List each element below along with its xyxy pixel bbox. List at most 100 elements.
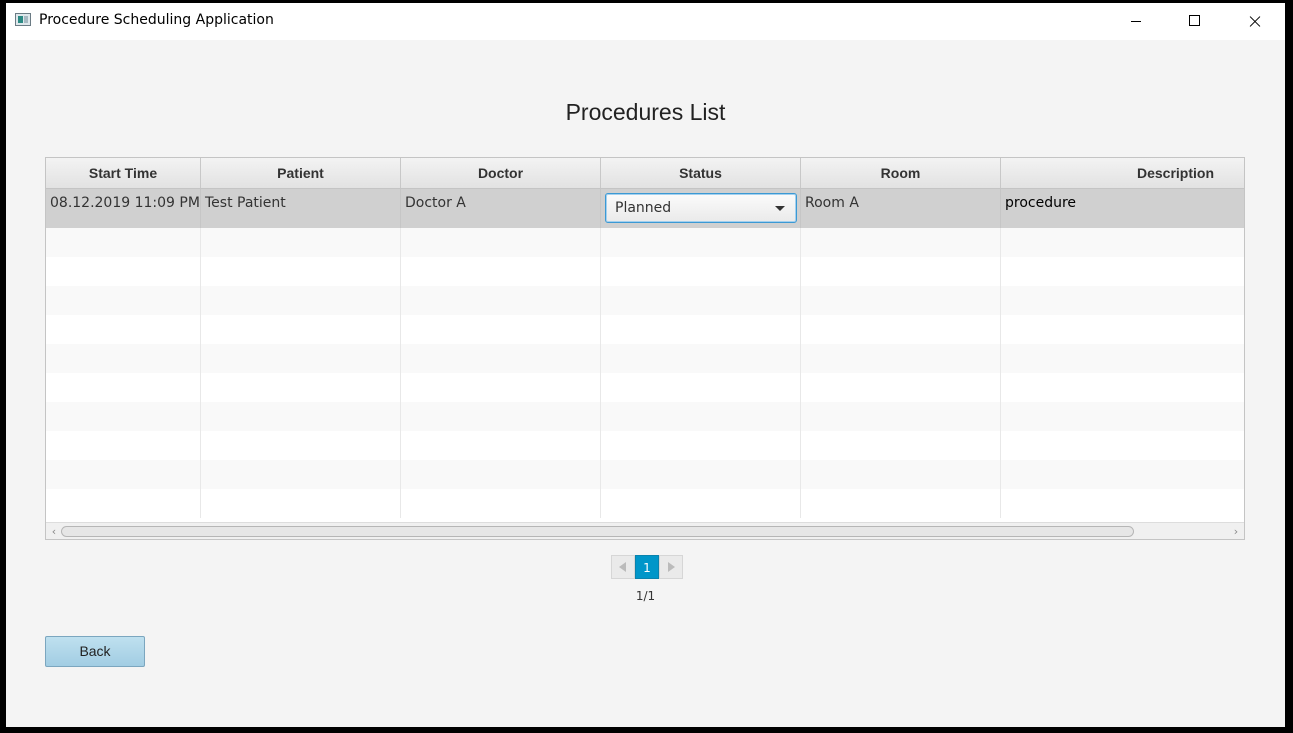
table-cell-empty: [801, 257, 1001, 286]
app-icon: [15, 13, 31, 26]
table-body: 08.12.2019 11:09 PM Test Patient Doctor …: [46, 189, 1244, 522]
table-cell-empty: [1001, 228, 1244, 257]
column-header-description[interactable]: Description: [1001, 158, 1244, 188]
table-cell-empty: [401, 344, 601, 373]
minimize-icon[interactable]: [1113, 3, 1159, 40]
table-cell-empty: [1001, 286, 1244, 315]
maximize-icon[interactable]: [1172, 3, 1218, 40]
table-cell-empty: [46, 228, 201, 257]
table-cell-empty: [801, 286, 1001, 315]
window-title: Procedure Scheduling Application: [39, 12, 274, 28]
close-icon[interactable]: [1231, 3, 1277, 40]
table-cell-empty: [801, 402, 1001, 431]
table-cell-empty: [201, 286, 401, 315]
table-cell-empty: [46, 460, 201, 489]
table-cell-empty: [601, 402, 801, 431]
table-cell-empty: [801, 373, 1001, 402]
table-cell-empty: [201, 402, 401, 431]
table-cell-empty: [46, 489, 201, 518]
back-button[interactable]: Back: [45, 636, 145, 667]
table-cell-empty: [801, 489, 1001, 518]
status-dropdown-value: Planned: [615, 200, 672, 216]
table-cell-empty: [46, 431, 201, 460]
table-row-empty[interactable]: [46, 286, 1244, 315]
column-header-patient[interactable]: Patient: [201, 158, 401, 188]
table-row-empty[interactable]: [46, 431, 1244, 460]
table-cell-empty: [201, 431, 401, 460]
table-cell-empty: [601, 286, 801, 315]
table-cell-empty: [401, 228, 601, 257]
title-bar: Procedure Scheduling Application: [6, 3, 1285, 40]
table-cell-empty: [46, 344, 201, 373]
horizontal-scrollbar[interactable]: ‹ ›: [46, 522, 1244, 539]
table-header: Start Time Patient Doctor Status Room De…: [46, 158, 1244, 189]
page-indicator: 1/1: [635, 589, 656, 603]
table-cell-empty: [1001, 489, 1244, 518]
table-cell-empty: [601, 257, 801, 286]
page-button-1[interactable]: 1: [635, 555, 659, 579]
table-cell-empty: [801, 431, 1001, 460]
table-cell-empty: [201, 228, 401, 257]
table-cell-empty: [1001, 257, 1244, 286]
table-cell-empty: [401, 315, 601, 344]
table-cell-empty: [601, 489, 801, 518]
table-row[interactable]: 08.12.2019 11:09 PM Test Patient Doctor …: [46, 189, 1244, 228]
table-row-empty[interactable]: [46, 257, 1244, 286]
scroll-right-icon[interactable]: ›: [1230, 526, 1242, 538]
table-cell-empty: [801, 460, 1001, 489]
cell-status: Planned: [601, 189, 801, 228]
next-page-icon[interactable]: [659, 555, 683, 579]
table-cell-empty: [46, 402, 201, 431]
table-cell-empty: [201, 373, 401, 402]
table-row-empty[interactable]: [46, 315, 1244, 344]
table-cell-empty: [201, 315, 401, 344]
table-cell-empty: [201, 344, 401, 373]
table-cell-empty: [1001, 344, 1244, 373]
table-cell-empty: [601, 228, 801, 257]
table-row-empty[interactable]: [46, 373, 1244, 402]
table-cell-empty: [201, 257, 401, 286]
table-cell-empty: [801, 228, 1001, 257]
column-header-doctor[interactable]: Doctor: [401, 158, 601, 188]
table-cell-empty: [401, 257, 601, 286]
table-cell-empty: [401, 286, 601, 315]
table-cell-empty: [401, 489, 601, 518]
cell-start-time: 08.12.2019 11:09 PM: [46, 189, 201, 228]
table-row-empty[interactable]: [46, 402, 1244, 431]
table-cell-empty: [1001, 315, 1244, 344]
table-cell-empty: [46, 373, 201, 402]
table-cell-empty: [601, 373, 801, 402]
table-cell-empty: [401, 402, 601, 431]
app-window: Procedure Scheduling Application Procedu…: [6, 3, 1285, 727]
chevron-down-icon: [775, 206, 785, 211]
table-row-empty[interactable]: [46, 460, 1244, 489]
table-cell-empty: [601, 460, 801, 489]
table-cell-empty: [1001, 460, 1244, 489]
table-cell-empty: [601, 431, 801, 460]
column-header-start-time[interactable]: Start Time: [46, 158, 201, 188]
table-cell-empty: [401, 460, 601, 489]
table-cell-empty: [601, 315, 801, 344]
cell-room: Room A: [801, 189, 1001, 228]
table-row-empty[interactable]: [46, 344, 1244, 373]
cell-description: procedure: [1001, 189, 1244, 228]
table-cell-empty: [201, 489, 401, 518]
table-row-empty[interactable]: [46, 228, 1244, 257]
table-cell-empty: [601, 344, 801, 373]
table-cell-empty: [1001, 431, 1244, 460]
cell-patient: Test Patient: [201, 189, 401, 228]
column-header-status[interactable]: Status: [601, 158, 801, 188]
procedures-table: Start Time Patient Doctor Status Room De…: [45, 157, 1245, 540]
table-cell-empty: [46, 257, 201, 286]
table-cell-empty: [801, 344, 1001, 373]
scroll-left-icon[interactable]: ‹: [48, 526, 60, 538]
table-cell-empty: [46, 315, 201, 344]
table-cell-empty: [401, 373, 601, 402]
status-dropdown[interactable]: Planned: [605, 193, 797, 223]
column-header-room[interactable]: Room: [801, 158, 1001, 188]
previous-page-icon[interactable]: [611, 555, 635, 579]
table-cell-empty: [801, 315, 1001, 344]
table-cell-empty: [1001, 402, 1244, 431]
table-row-empty[interactable]: [46, 489, 1244, 518]
scrollbar-thumb[interactable]: [61, 526, 1134, 537]
